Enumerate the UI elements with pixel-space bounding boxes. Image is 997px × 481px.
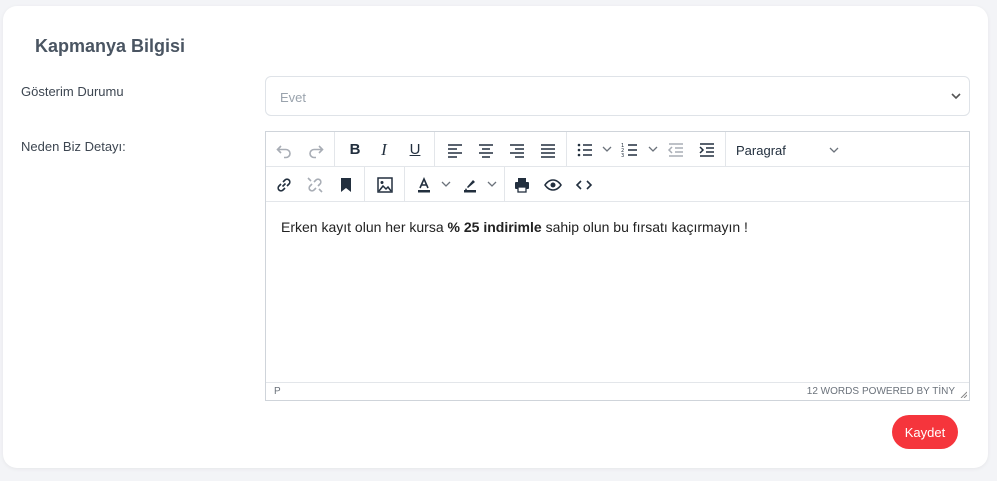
undo-icon[interactable] bbox=[270, 136, 298, 163]
numbered-list-icon[interactable]: 123 bbox=[616, 136, 644, 163]
element-path[interactable]: P bbox=[274, 386, 281, 397]
toolbar-row-2 bbox=[266, 167, 969, 202]
content-text-start: Erken kayıt olun her kursa bbox=[281, 219, 448, 235]
card-title: Kapmanya Bilgisi bbox=[35, 36, 186, 56]
word-count[interactable]: 12 WORDS bbox=[807, 386, 859, 397]
indent-icon[interactable] bbox=[693, 136, 721, 163]
preview-eye-icon[interactable] bbox=[539, 171, 567, 198]
bullet-list-icon[interactable] bbox=[571, 136, 599, 163]
highlight-color-icon[interactable] bbox=[456, 171, 484, 198]
chevron-down-icon[interactable] bbox=[647, 143, 659, 155]
print-icon[interactable] bbox=[508, 171, 536, 198]
display-status-select[interactable]: Evet bbox=[265, 76, 970, 116]
underline-button[interactable]: U bbox=[401, 136, 429, 163]
image-icon[interactable] bbox=[371, 171, 399, 198]
align-left-icon[interactable] bbox=[441, 136, 469, 163]
redo-icon[interactable] bbox=[302, 136, 330, 163]
detail-label: Neden Biz Detayı: bbox=[21, 139, 126, 154]
display-status-label: Gösterim Durumu bbox=[21, 84, 124, 99]
italic-button[interactable]: I bbox=[370, 136, 398, 163]
save-button[interactable]: Kaydet bbox=[892, 415, 958, 449]
chevron-down-icon bbox=[829, 147, 839, 153]
chevron-down-icon[interactable] bbox=[601, 143, 613, 155]
align-center-icon[interactable] bbox=[472, 136, 500, 163]
bold-button[interactable]: B bbox=[341, 136, 369, 163]
bookmark-icon[interactable] bbox=[332, 171, 360, 198]
link-icon[interactable] bbox=[270, 171, 298, 198]
editor-statusbar: P 12 WORDS POWERED BY TİNY bbox=[266, 382, 969, 400]
unlink-icon[interactable] bbox=[301, 171, 329, 198]
content-text-end: sahip olun bu fırsatı kaçırmayın ! bbox=[541, 219, 748, 235]
display-status-value: Evet bbox=[280, 90, 307, 105]
align-justify-icon[interactable] bbox=[534, 136, 562, 163]
block-format-select[interactable]: Paragraf bbox=[728, 136, 846, 163]
powered-by-link[interactable]: POWERED BY TİNY bbox=[862, 386, 955, 397]
outdent-icon[interactable] bbox=[662, 136, 690, 163]
rich-text-editor: B I U 123 Paragraf Erken kayıt olun her … bbox=[265, 131, 970, 401]
source-code-icon[interactable] bbox=[570, 171, 598, 198]
svg-text:3: 3 bbox=[621, 153, 624, 159]
block-format-value: Paragraf bbox=[736, 143, 786, 158]
editor-content[interactable]: Erken kayıt olun her kursa % 25 indiriml… bbox=[266, 202, 969, 384]
chevron-down-icon[interactable] bbox=[440, 178, 452, 190]
text-color-icon[interactable] bbox=[410, 171, 438, 198]
content-text-bold: % 25 indirimle bbox=[447, 219, 542, 235]
resize-handle-icon[interactable] bbox=[959, 390, 967, 398]
campaign-card: Kapmanya Bilgisi Gösterim Durumu Evet Ne… bbox=[3, 6, 988, 468]
toolbar-row-1: B I U 123 Paragraf bbox=[266, 132, 969, 167]
chevron-down-icon[interactable] bbox=[486, 178, 498, 190]
chevron-down-icon bbox=[951, 93, 961, 100]
align-right-icon[interactable] bbox=[503, 136, 531, 163]
